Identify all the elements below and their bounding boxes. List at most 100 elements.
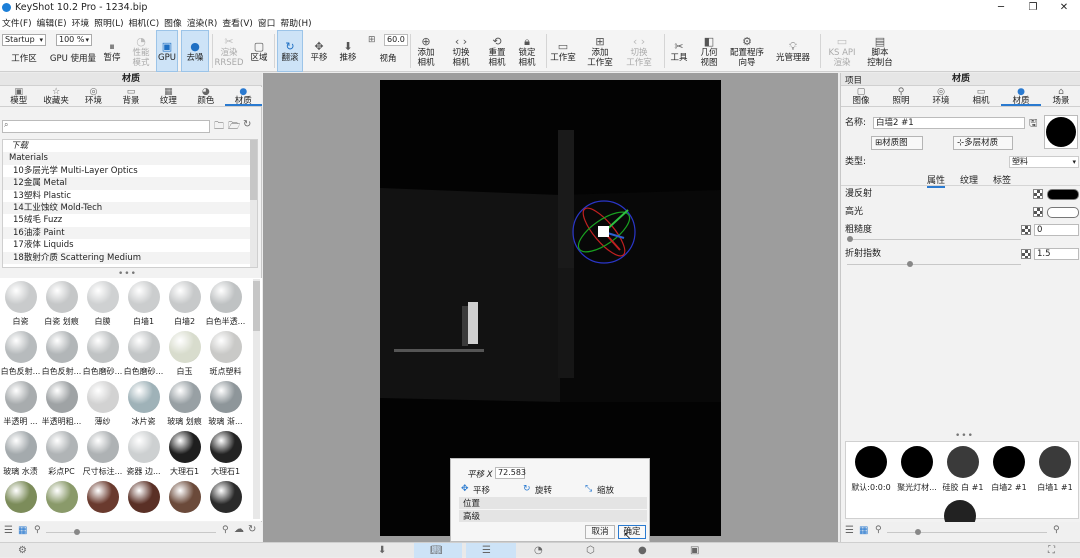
menu-window[interactable]: 窗口: [258, 16, 276, 29]
grid-view-icon[interactable]: ▦: [18, 525, 27, 536]
render-icon[interactable]: ●: [638, 545, 647, 556]
roughness-input[interactable]: 0: [1034, 224, 1079, 236]
tree-item[interactable]: 13塑料 Plastic: [3, 190, 257, 202]
tab-textures[interactable]: ▦ 纹理: [150, 87, 187, 106]
scene-material-item[interactable]: 聚光灯材...: [894, 446, 940, 493]
cancel-button[interactable]: 取消: [585, 525, 615, 539]
material-swatch[interactable]: 白瓷 划痕: [41, 278, 82, 328]
material-swatch[interactable]: 白玉: [164, 328, 205, 378]
zoom-out-icon[interactable]: ⚲: [34, 525, 41, 535]
material-swatch[interactable]: 冰片瓷: [123, 378, 164, 428]
tab-favorites[interactable]: ☆ 收藏夹: [37, 87, 74, 106]
add-studio-button[interactable]: ⊞ 添加 工作室: [584, 30, 616, 72]
material-swatch[interactable]: 白色磨砂...: [123, 328, 164, 378]
splitter-handle[interactable]: •••: [955, 431, 974, 441]
material-swatch[interactable]: 玻璃 水渍: [0, 428, 41, 478]
specular-texture-icon[interactable]: [1033, 207, 1043, 217]
pause-button[interactable]: ⏸ 暂停: [100, 30, 124, 72]
lock-camera-button[interactable]: 🔒︎ 锁定 相机: [512, 30, 542, 72]
studio-button[interactable]: ▭ 工作室: [548, 30, 578, 72]
minimize-button[interactable]: ─: [986, 0, 1016, 15]
roughness-slider[interactable]: [847, 236, 1021, 242]
slider-knob[interactable]: [915, 529, 921, 535]
scale-tab[interactable]: 缩放: [597, 484, 614, 496]
menu-image[interactable]: 图像: [164, 16, 182, 29]
tab-lighting[interactable]: ⚲ 照明: [881, 87, 921, 106]
tree-item-downloads[interactable]: 下载: [3, 140, 257, 152]
thumbnail-size-slider[interactable]: [887, 529, 1047, 535]
geometry-view-button[interactable]: ◧ 几何 视图: [695, 30, 723, 72]
folder-icon[interactable]: 🗀︎: [214, 119, 224, 136]
tree-item[interactable]: 14工业蚀纹 Mold-Tech: [3, 201, 257, 215]
material-swatch[interactable]: 大理石1: [205, 428, 246, 478]
restore-button[interactable]: ❐: [1018, 0, 1048, 15]
move-tab[interactable]: 平移: [473, 484, 490, 496]
material-swatch[interactable]: 玻璃 渐...: [205, 378, 246, 428]
dolly-button[interactable]: ⬇ 推移: [335, 30, 361, 72]
menu-help[interactable]: 帮助(H): [280, 16, 311, 29]
material-swatch[interactable]: 玻璃 划痕: [164, 378, 205, 428]
material-name-input[interactable]: 白墙2 #1: [873, 117, 1025, 129]
multi-layer-button[interactable]: ⊹多层材质: [953, 136, 1013, 150]
tab-backplates[interactable]: ▭ 背景: [112, 87, 149, 106]
tree-item[interactable]: 10多层光学 Multi-Layer Optics: [3, 165, 257, 177]
ior-texture-icon[interactable]: [1021, 249, 1031, 259]
scene-material-item[interactable]: 硅胶 白 #1: [940, 446, 986, 493]
config-wizard-button[interactable]: ⚙ 配置程序 向导: [727, 30, 767, 72]
tree-item[interactable]: 12金属 Metal: [3, 177, 257, 190]
rotate-tab[interactable]: 旋转: [535, 484, 552, 496]
material-type-select[interactable]: 塑料: [1009, 156, 1079, 168]
add-camera-button[interactable]: ⊕ 添加 相机: [412, 30, 440, 72]
tab-models[interactable]: ▣ 模型: [0, 87, 37, 106]
ior-slider-knob[interactable]: [907, 261, 913, 267]
specular-color-swatch[interactable]: [1047, 207, 1079, 218]
translate-x-input[interactable]: 72.583: [495, 467, 526, 479]
roughness-texture-icon[interactable]: [1021, 225, 1031, 235]
material-swatch[interactable]: 大理石1: [164, 428, 205, 478]
material-preview[interactable]: [1044, 115, 1078, 149]
diffuse-texture-icon[interactable]: [1033, 189, 1043, 199]
material-swatch[interactable]: 斑点塑料: [205, 328, 246, 378]
tree-item[interactable]: 18散射介质 Scattering Medium: [3, 251, 257, 264]
screenshot-icon[interactable]: ▣: [690, 545, 699, 556]
tree-scrollbar[interactable]: [250, 140, 257, 267]
cloud-icon[interactable]: ☁: [234, 524, 244, 535]
close-button[interactable]: ✕: [1049, 0, 1079, 15]
material-swatch[interactable]: [41, 478, 82, 521]
scene-material-item[interactable]: 白墙2 #1: [986, 446, 1032, 493]
zoom-out-icon[interactable]: ⚲: [875, 525, 882, 535]
switch-camera-button[interactable]: ‹ › 切换 相机: [446, 30, 476, 72]
material-swatch[interactable]: 白色反射...: [0, 328, 41, 378]
keyshotxr-icon[interactable]: ⬡: [586, 545, 595, 556]
material-swatch[interactable]: 白膜: [82, 278, 123, 328]
library-toggle-button[interactable]: 📖︎: [414, 543, 462, 558]
tab-camera[interactable]: ▭ 相机: [961, 87, 1001, 106]
menu-view[interactable]: 查看(V): [222, 16, 252, 29]
tab-materials[interactable]: ● 材质: [224, 87, 262, 106]
expand-icon[interactable]: ⛶: [1048, 545, 1055, 556]
material-swatch[interactable]: 白色半透...: [205, 278, 246, 328]
import-folder-icon[interactable]: 🗁︎: [228, 119, 240, 136]
material-swatch[interactable]: [0, 478, 41, 521]
tab-colors[interactable]: ◕ 颜色: [187, 87, 224, 106]
list-view-icon[interactable]: ☰: [845, 525, 854, 536]
gpu-button[interactable]: ▣ GPU: [156, 30, 178, 72]
tab-image[interactable]: ▢ 图像: [841, 87, 881, 106]
tumble-button[interactable]: ↻ 翻滚: [277, 30, 303, 72]
tree-scrollbar-thumb[interactable]: [250, 140, 257, 200]
switch-studio-button[interactable]: ‹ › 切换 工作室: [622, 30, 656, 72]
position-section[interactable]: 位置: [459, 497, 647, 509]
material-swatch[interactable]: 白色反射...: [41, 328, 82, 378]
material-swatch[interactable]: 白墙1: [123, 278, 164, 328]
material-swatch[interactable]: 彩点PC: [41, 428, 82, 478]
tab-environments[interactable]: ◎ 环境: [75, 87, 112, 106]
scene-material-item[interactable]: 默认:0:0:0: [848, 446, 894, 493]
light-manager-button[interactable]: 💡︎ 光管理器: [772, 30, 814, 72]
refresh-library-icon[interactable]: ↻: [248, 524, 256, 535]
menu-camera[interactable]: 相机(C): [129, 16, 160, 29]
project-toggle-button[interactable]: ☰: [466, 543, 516, 558]
save-material-icon[interactable]: 🖫︎: [1029, 116, 1038, 133]
menu-environment[interactable]: 环境: [72, 16, 90, 29]
material-swatch[interactable]: 薄纱: [82, 378, 123, 428]
scene-material-item[interactable]: 白墙1 #1: [1032, 446, 1078, 493]
